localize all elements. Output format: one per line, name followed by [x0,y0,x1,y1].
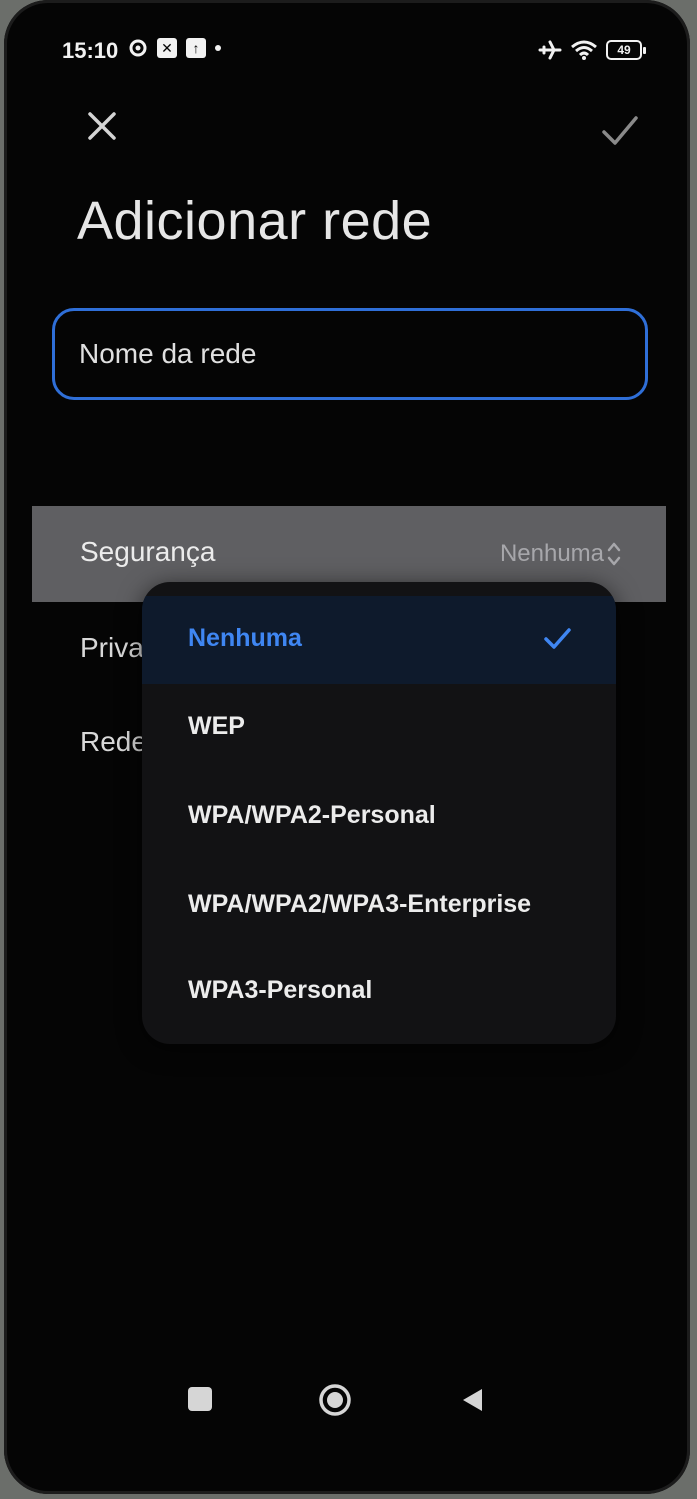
check-icon [544,628,571,649]
network-name-input[interactable] [77,337,621,371]
option-label: WPA/WPA2-Personal [188,801,436,829]
chevron-updown-icon [607,542,621,566]
option-label: WEP [188,712,245,740]
option-wpa-wpa2-wpa3-enterprise[interactable]: WPA/WPA2/WPA3-Enterprise [142,862,616,950]
option-wpa-wpa2-personal[interactable]: WPA/WPA2-Personal [142,773,616,861]
status-icons-left: ✕ ↑ [128,38,221,58]
option-wep[interactable]: WEP [142,684,616,772]
airplane-icon [538,38,562,62]
status-icons-right: 49 [538,38,646,62]
navigation-bar [4,1370,690,1430]
network-name-field[interactable] [52,308,648,400]
network-label[interactable]: Rede [80,726,147,758]
option-label: Nenhuma [188,624,302,652]
dot-icon [215,45,221,51]
recents-icon[interactable] [188,1387,212,1411]
close-button[interactable] [82,106,122,146]
page-title: Adicionar rede [77,191,433,251]
security-label: Segurança [80,536,216,567]
option-wpa3-personal[interactable]: WPA3-Personal [142,948,616,1036]
option-label: WPA3-Personal [188,976,373,1004]
status-bar: 15:10 ✕ ↑ 49 [4,36,690,68]
checkmark-icon [602,116,638,145]
status-time: 15:10 [62,38,119,63]
option-label: WPA/WPA2/WPA3-Enterprise [188,890,532,918]
wifi-icon [570,39,598,61]
back-icon[interactable] [458,1386,486,1414]
security-dropdown: Nenhuma WEP WPA/WPA2-Personal WPA/WPA2/W… [142,582,616,1044]
gear-status-icon [128,38,148,58]
home-icon[interactable] [318,1383,352,1417]
option-nenhuma[interactable]: Nenhuma [142,596,616,684]
box-x-icon: ✕ [157,38,177,58]
close-icon [88,112,116,140]
phone-screen: 15:10 ✕ ↑ 49 Adicionar rede Nome da rede… [4,0,690,1494]
battery-icon: 49 [606,40,646,60]
confirm-button[interactable] [598,108,642,152]
privacy-label[interactable]: Priva [80,632,144,664]
box-up-icon: ↑ [186,38,206,58]
security-value: Nenhuma [499,540,604,567]
